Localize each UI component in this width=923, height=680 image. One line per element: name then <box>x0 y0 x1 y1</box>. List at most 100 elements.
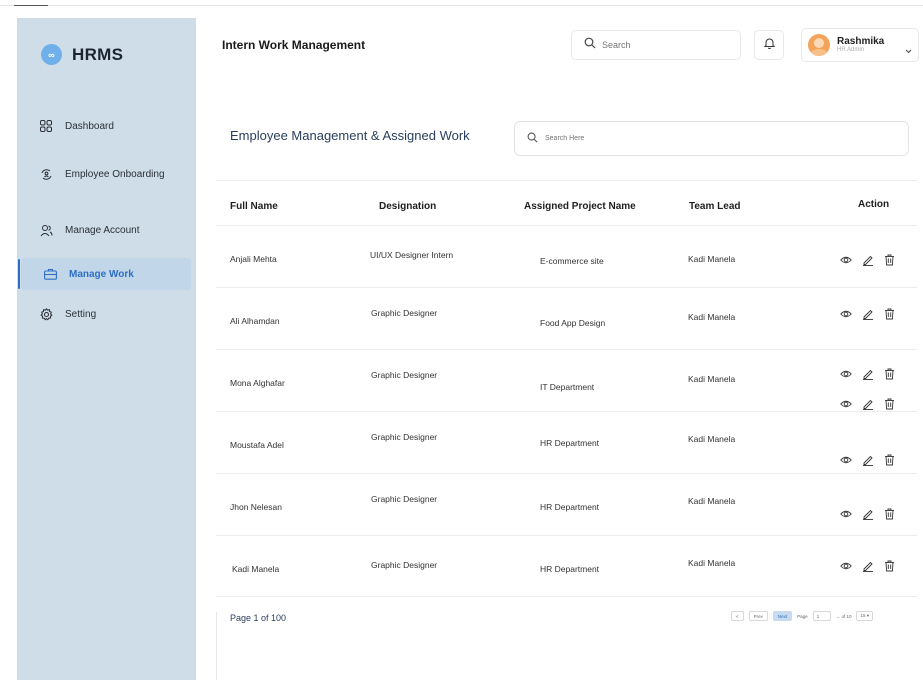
eye-icon[interactable] <box>840 398 852 410</box>
page-title: Intern Work Management <box>222 38 366 52</box>
app-name: HRMS <box>72 44 124 64</box>
edit-icon[interactable] <box>862 254 874 266</box>
header-search-input[interactable] <box>602 40 722 50</box>
edit-icon[interactable] <box>862 454 874 466</box>
eye-icon[interactable] <box>840 454 852 466</box>
eye-icon[interactable] <box>840 368 852 380</box>
eye-icon[interactable] <box>840 308 852 320</box>
cell-designation: Graphic Designer <box>371 370 438 380</box>
sidebar-item-manage-work[interactable]: Manage Work <box>18 258 191 290</box>
eye-icon[interactable] <box>840 560 852 572</box>
notification-button[interactable] <box>754 30 784 60</box>
sidebar-item-setting[interactable]: Setting <box>17 298 196 330</box>
cell-designation: Graphic Designer <box>371 308 438 318</box>
top-border <box>0 5 923 6</box>
cell-full-name: Anjali Mehta <box>230 254 277 264</box>
row-actions <box>840 508 896 520</box>
eye-icon[interactable] <box>840 254 852 266</box>
brand[interactable]: ∞ HRMS <box>41 44 123 65</box>
cell-full-name: Moustafa Adel <box>230 440 284 450</box>
next-page-button[interactable]: Next <box>772 611 793 621</box>
cell-designation: Graphic Designer <box>371 432 438 442</box>
avatar <box>808 34 830 56</box>
page-info: Page 1 of 100 <box>230 613 287 623</box>
cell-designation: UI/UX Designer Intern <box>370 250 454 260</box>
cell-project: Food App Design <box>540 318 606 328</box>
prev-page-button[interactable]: Prev <box>748 611 768 621</box>
sidebar-item-employee-onboarding[interactable]: Employee Onboarding <box>17 158 196 190</box>
table-row: Ali Alhamdan Graphic Designer Food App D… <box>216 287 917 349</box>
sidebar-item-label: Setting <box>65 308 97 320</box>
sidebar-item-label: Dashboard <box>65 120 114 132</box>
first-page-button[interactable]: < <box>731 611 744 621</box>
refresh-user-icon <box>39 167 53 181</box>
row-actions <box>840 368 896 380</box>
trash-icon[interactable] <box>884 560 896 572</box>
column-header-project[interactable]: Assigned Project Name <box>524 201 636 212</box>
sidebar-item-label: Manage Work <box>69 268 134 280</box>
briefcase-icon <box>43 267 57 281</box>
page-number-input[interactable] <box>812 611 831 621</box>
cell-project: HR Department <box>540 502 600 512</box>
cell-full-name: Kadi Manela <box>232 564 280 574</box>
go-label: → of 10 <box>835 613 852 619</box>
eye-icon[interactable] <box>840 508 852 520</box>
top-border-accent <box>14 5 48 6</box>
per-page-select[interactable]: 15 ▾ <box>856 611 873 621</box>
table-search-input[interactable] <box>545 135 845 142</box>
trash-icon[interactable] <box>884 454 896 466</box>
row-actions <box>840 454 896 466</box>
cell-designation: Graphic Designer <box>371 560 438 570</box>
table-row: Moustafa Adel Graphic Designer HR Depart… <box>216 411 917 473</box>
sidebar-item-manage-account[interactable]: Manage Account <box>17 214 196 246</box>
column-header-designation[interactable]: Designation <box>379 201 436 212</box>
cell-team-lead: Kadi Manela <box>688 254 736 264</box>
header-search[interactable] <box>571 30 741 60</box>
search-icon <box>527 130 538 148</box>
table-row: Kadi Manela Graphic Designer HR Departme… <box>216 535 917 597</box>
cell-project: HR Department <box>540 564 600 574</box>
cell-full-name: Jhon Nelesan <box>230 502 282 512</box>
table-search[interactable] <box>514 121 909 156</box>
sidebar-item-dashboard[interactable]: Dashboard <box>17 110 196 142</box>
cell-team-lead: Kadi Manela <box>688 374 736 384</box>
trash-icon[interactable] <box>884 398 896 410</box>
edit-icon[interactable] <box>862 368 874 380</box>
row-actions <box>840 560 896 572</box>
cell-full-name: Ali Alhamdan <box>230 316 280 326</box>
cell-project: E-commerce site <box>540 256 604 266</box>
cell-team-lead: Kadi Manela <box>688 558 736 568</box>
row-actions <box>840 308 896 320</box>
bell-icon <box>763 36 775 54</box>
edit-icon[interactable] <box>862 398 874 410</box>
user-profile-menu[interactable]: Rashmika HR Admin <box>801 28 919 62</box>
edit-icon[interactable] <box>862 560 874 572</box>
page-label: Page <box>797 613 808 619</box>
cell-team-lead: Kadi Manela <box>688 312 736 322</box>
gear-icon <box>39 307 53 321</box>
sidebar: ∞ HRMS Dashboard Employee Onboarding Man… <box>17 18 196 680</box>
column-header-team-lead[interactable]: Team Lead <box>689 201 741 212</box>
edit-icon[interactable] <box>862 308 874 320</box>
grid-icon <box>39 119 53 133</box>
pagination: < Prev Next Page → of 10 15 ▾ <box>731 611 873 621</box>
cell-full-name: Mona Alghafar <box>230 378 285 388</box>
edit-icon[interactable] <box>862 508 874 520</box>
users-icon <box>39 223 53 237</box>
table-header: Full Name Designation Assigned Project N… <box>216 180 917 225</box>
trash-icon[interactable] <box>884 368 896 380</box>
cell-designation: Graphic Designer <box>371 494 438 504</box>
trash-icon[interactable] <box>884 308 896 320</box>
trash-icon[interactable] <box>884 254 896 266</box>
table-row: Jhon Nelesan Graphic Designer HR Departm… <box>216 473 917 535</box>
search-icon <box>584 36 596 54</box>
row-actions-extra <box>840 398 896 410</box>
column-header-full-name[interactable]: Full Name <box>230 201 278 212</box>
content-divider <box>216 612 217 680</box>
trash-icon[interactable] <box>884 508 896 520</box>
user-name: Rashmika <box>837 36 885 48</box>
cell-team-lead: Kadi Manela <box>688 496 736 506</box>
section-title: Employee Management & Assigned Work <box>230 128 470 143</box>
sidebar-item-label: Employee Onboarding <box>65 168 165 180</box>
user-role: HR Admin <box>837 47 865 54</box>
